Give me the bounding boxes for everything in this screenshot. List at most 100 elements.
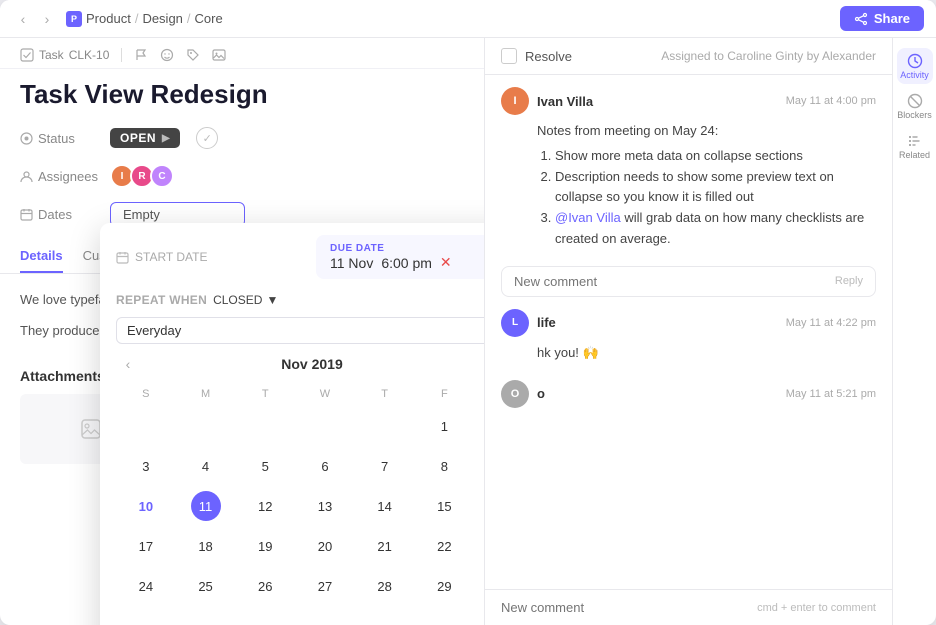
day-30[interactable]: 30 — [474, 566, 485, 606]
day-7[interactable]: 7 — [355, 446, 415, 486]
day-28[interactable]: 28 — [355, 566, 415, 606]
frequency-dropdown[interactable]: Everyday ▼ — [116, 317, 485, 344]
calendar-body: 1 2 3 4 5 6 7 8 9 — [116, 406, 485, 625]
day-14[interactable]: 14 — [355, 486, 415, 526]
flag-icon[interactable] — [134, 48, 148, 62]
dates-label: Dates — [20, 207, 100, 222]
avatar: L — [501, 309, 529, 337]
calendar-header-row: START DATE DUE DATE 11 Nov 6:00 pm ✕ — [100, 223, 485, 287]
comment-time: May 11 at 4:22 pm — [786, 317, 876, 329]
comment-author: o — [537, 386, 778, 401]
due-date-section[interactable]: DUE DATE 11 Nov 6:00 pm ✕ — [316, 235, 485, 279]
status-label: Status — [20, 131, 100, 146]
day-header-mon: M — [176, 386, 236, 406]
day-23[interactable]: 23 — [474, 526, 485, 566]
day-1[interactable]: 1 — [415, 406, 475, 446]
table-row: 24 25 26 27 28 29 30 — [116, 566, 485, 606]
breadcrumb-design[interactable]: Design — [142, 11, 182, 26]
sidebar-icon-related[interactable]: Related — [897, 128, 933, 164]
day-21[interactable]: 21 — [355, 526, 415, 566]
avatar-3: C — [150, 164, 174, 188]
table-row: 10 11 12 13 14 15 16 — [116, 486, 485, 526]
task-title: Task View Redesign — [20, 79, 464, 110]
share-icon — [854, 12, 868, 26]
day-19[interactable]: 19 — [235, 526, 295, 566]
comment-author: Ivan Villa — [537, 94, 778, 109]
day-24[interactable]: 24 — [116, 566, 176, 606]
day-header-thu: T — [355, 386, 415, 406]
title-bar: ‹ › P Product / Design / Core Share — [0, 0, 936, 38]
day-6[interactable]: 6 — [295, 446, 355, 486]
task-type-item: Task CLK-10 — [20, 48, 109, 62]
day-10[interactable]: 10 — [116, 486, 176, 526]
comment-time: May 11 at 4:00 pm — [786, 95, 876, 107]
day-17[interactable]: 17 — [116, 526, 176, 566]
day-8[interactable]: 8 — [415, 446, 475, 486]
day-22[interactable]: 22 — [415, 526, 475, 566]
comment-body: Notes from meeting on May 24: Show more … — [537, 121, 876, 250]
due-date-close-button[interactable]: ✕ — [440, 254, 452, 271]
tag-icon[interactable] — [186, 48, 200, 62]
share-button[interactable]: Share — [840, 6, 924, 31]
comment-author: life — [537, 315, 778, 330]
task-toolbar: Task CLK-10 — [0, 38, 484, 69]
image-icon[interactable] — [212, 48, 226, 62]
tab-details[interactable]: Details — [20, 248, 63, 273]
emoji-icon[interactable] — [160, 48, 174, 62]
comment-shortcut: cmd + enter to comment — [757, 602, 876, 614]
day-2[interactable]: 2 — [474, 406, 485, 446]
today-button[interactable] — [484, 354, 485, 374]
task-title-area: Task View Redesign — [0, 69, 484, 110]
task-meta: Status OPEN ▶ ✓ Assignees I R — [0, 110, 484, 228]
day-20[interactable]: 20 — [295, 526, 355, 566]
day-3[interactable]: 3 — [116, 446, 176, 486]
day-18[interactable]: 18 — [176, 526, 236, 566]
avatar: O — [501, 380, 529, 408]
day-27[interactable]: 27 — [295, 566, 355, 606]
comment-body: hk you! 🙌 — [537, 343, 876, 364]
activity-sidebar: Activity Blockers Related — [892, 38, 936, 625]
resolve-checkbox[interactable] — [501, 48, 517, 64]
day-header-tue: T — [235, 386, 295, 406]
resolve-bar: Resolve Assigned to Caroline Ginty by Al… — [485, 38, 892, 75]
calendar-main: Everyday ▼ ‹ Nov 2019 › — [100, 317, 485, 625]
day-5[interactable]: 5 — [235, 446, 295, 486]
start-date-section[interactable]: START DATE — [116, 250, 306, 264]
inline-comment-box[interactable]: Reply — [501, 266, 876, 297]
repeat-when-dropdown[interactable]: CLOSED ▼ — [213, 293, 278, 307]
related-label: Related — [899, 150, 930, 160]
calendar-popup: START DATE DUE DATE 11 Nov 6:00 pm ✕ REP… — [100, 223, 485, 625]
new-comment-input[interactable] — [501, 600, 747, 615]
mention: @Ivan Villa — [555, 210, 621, 225]
sidebar-icon-blockers[interactable]: Blockers — [897, 88, 933, 124]
status-badge[interactable]: OPEN ▶ — [110, 128, 180, 148]
breadcrumb-product[interactable]: Product — [86, 11, 131, 26]
sidebar-icon-activity[interactable]: Activity — [897, 48, 933, 84]
day-26[interactable]: 26 — [235, 566, 295, 606]
day-12[interactable]: 12 — [235, 486, 295, 526]
right-content: Resolve Assigned to Caroline Ginty by Al… — [485, 38, 936, 625]
inline-comment-input[interactable] — [514, 274, 835, 289]
forward-button[interactable]: › — [36, 8, 58, 30]
prev-month-button[interactable]: ‹ — [116, 352, 140, 376]
breadcrumb-core[interactable]: Core — [195, 11, 223, 26]
day-9[interactable]: 9 — [474, 446, 485, 486]
month-year-label: Nov 2019 — [281, 356, 342, 372]
resolve-label[interactable]: Resolve — [525, 49, 653, 64]
calendar-icon — [116, 251, 129, 264]
status-check[interactable]: ✓ — [196, 127, 218, 149]
day-header-sun: S — [116, 386, 176, 406]
day-31[interactable]: 31 — [474, 606, 485, 625]
day-4[interactable]: 4 — [176, 446, 236, 486]
back-button[interactable]: ‹ — [12, 8, 34, 30]
day-11[interactable]: 11 — [176, 486, 236, 526]
activity-panel: Resolve Assigned to Caroline Ginty by Al… — [485, 38, 892, 625]
day-16[interactable]: 16 — [474, 486, 485, 526]
reply-label[interactable]: Reply — [835, 275, 863, 287]
day-25[interactable]: 25 — [176, 566, 236, 606]
day-15[interactable]: 15 — [415, 486, 475, 526]
comments-area: I Ivan Villa May 11 at 4:00 pm Notes fro… — [485, 75, 892, 589]
day-29[interactable]: 29 — [415, 566, 475, 606]
table-row: 17 18 19 20 21 22 23 — [116, 526, 485, 566]
day-13[interactable]: 13 — [295, 486, 355, 526]
